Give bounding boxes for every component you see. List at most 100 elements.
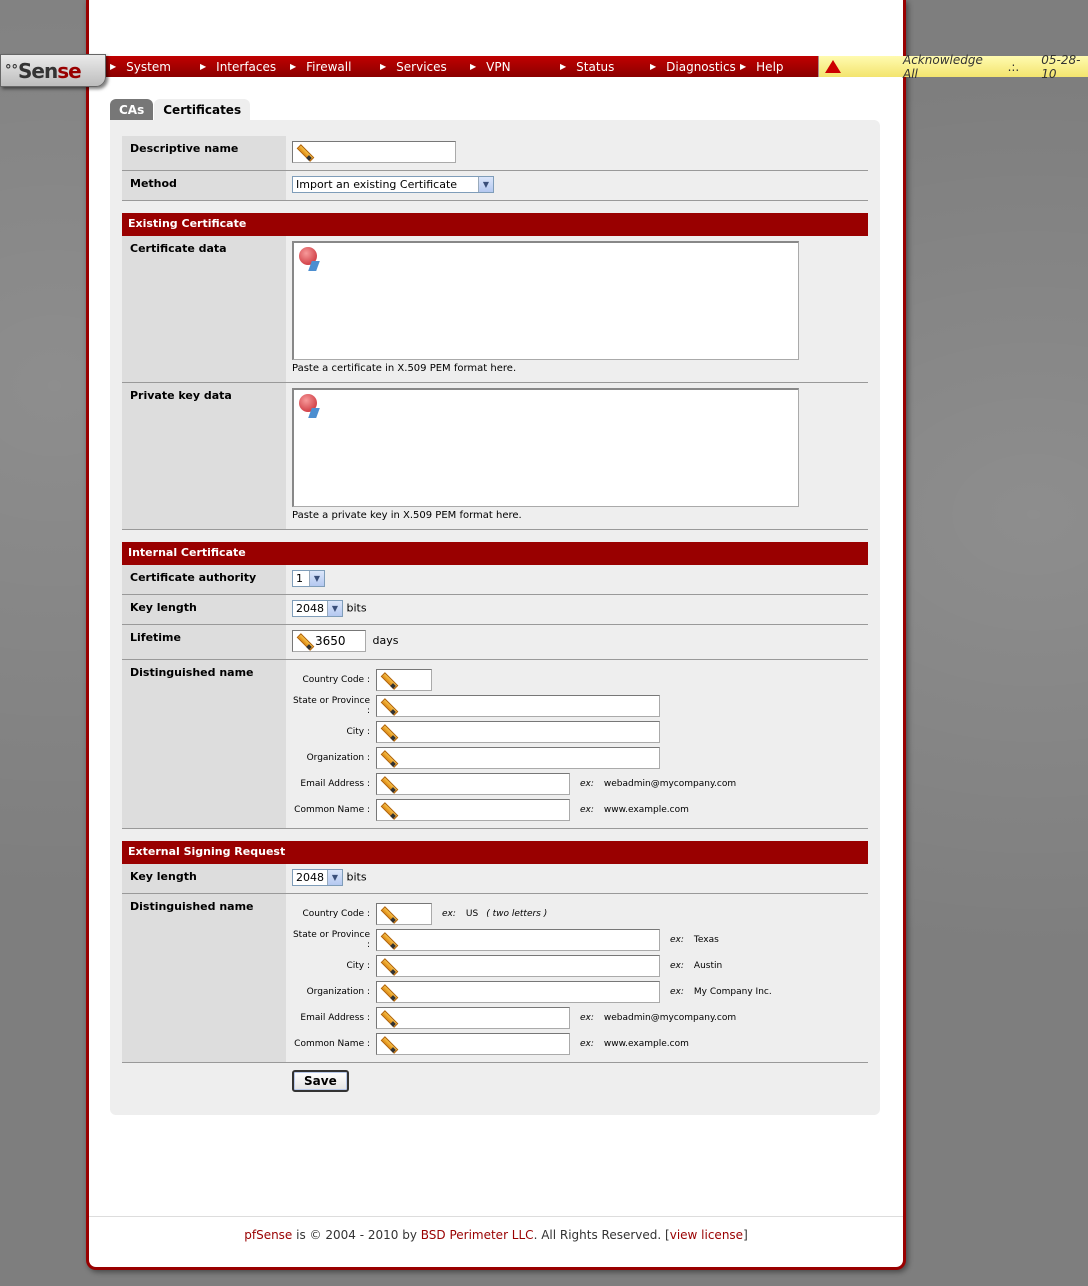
footer-text: is © 2004 - 2010 by xyxy=(292,1227,421,1242)
footer-brand-link[interactable]: pfSense xyxy=(244,1228,292,1242)
country-code-input[interactable] xyxy=(376,669,432,691)
field-value: 3650 days xyxy=(286,625,868,659)
lifetime-input[interactable]: 3650 xyxy=(292,630,366,652)
menu-arrow-icon: ▶ xyxy=(470,62,477,71)
internal-keylen-select[interactable]: 2048 ▼ xyxy=(292,600,343,617)
acknowledge-all-link[interactable]: Acknowledge All xyxy=(903,53,988,81)
warning-icon[interactable] xyxy=(825,60,841,73)
save-button[interactable]: Save xyxy=(292,1070,349,1092)
certificate-icon xyxy=(299,394,321,416)
menu-arrow-icon: ▶ xyxy=(380,62,387,71)
dn-label: City : xyxy=(346,961,370,971)
pfsense-logo[interactable]: °° Sense xyxy=(0,54,106,87)
external-keylen-select[interactable]: 2048 ▼ xyxy=(292,869,343,886)
organization-input[interactable] xyxy=(376,981,660,1003)
method-row: Method Import an existing Certificate ▼ xyxy=(122,171,868,201)
organization-input[interactable] xyxy=(376,747,660,769)
common-name-input[interactable] xyxy=(376,1033,570,1055)
country-code-input[interactable] xyxy=(376,903,432,925)
ca-row: Certificate authority 1 ▼ xyxy=(122,565,868,595)
section-header-external: External Signing Request xyxy=(122,841,868,864)
method-select[interactable]: Import an existing Certificate ▼ xyxy=(292,176,494,193)
menu-help[interactable]: ▶ Help xyxy=(726,60,816,74)
certificate-data-textarea[interactable] xyxy=(292,241,799,360)
descriptive-name-row: Descriptive name xyxy=(122,136,868,171)
dn-state-row: State or Province : ex: Texas xyxy=(292,927,862,953)
chevron-down-icon: ▼ xyxy=(327,870,342,885)
internal-dn-row: Distinguished name Country Code : State … xyxy=(122,660,868,829)
view-license-link[interactable]: view license xyxy=(670,1228,743,1242)
menu-vpn[interactable]: ▶ VPN xyxy=(456,60,546,74)
select-value: 2048 xyxy=(296,871,324,884)
example-hint: ex: US ( two letters ) xyxy=(442,909,557,919)
dn-country-row: Country Code : ex: US ( two letters ) xyxy=(292,901,862,927)
field-label: Certificate data xyxy=(122,236,286,382)
tab-certificates[interactable]: Certificates xyxy=(154,99,251,120)
example-value: webadmin@mycompany.com xyxy=(603,779,737,789)
dn-label: Country Code : xyxy=(302,909,370,919)
pencil-icon xyxy=(378,931,396,949)
ca-select[interactable]: 1 ▼ xyxy=(292,570,325,587)
pencil-icon xyxy=(378,749,396,767)
external-dn-row: Distinguished name Country Code : ex: US (… xyxy=(122,894,868,1063)
city-input[interactable] xyxy=(376,955,660,977)
footer-company-link[interactable]: BSD Perimeter LLC xyxy=(421,1228,534,1242)
example-prefix: ex: xyxy=(442,909,456,919)
certificate-data-row: Certificate data Paste a certificate in … xyxy=(122,236,868,383)
help-text: Paste a private key in X.509 PEM format … xyxy=(292,510,522,521)
dn-cn-row: Common Name : ex: www.example.com xyxy=(292,797,862,823)
dn-label: Organization : xyxy=(306,753,370,763)
email-input[interactable] xyxy=(376,773,570,795)
example-prefix: ex: xyxy=(670,935,684,945)
dn-state-row: State or Province : xyxy=(292,693,862,719)
email-input[interactable] xyxy=(376,1007,570,1029)
days-unit: days xyxy=(372,634,399,647)
dn-label: Country Code : xyxy=(302,675,370,685)
descriptive-name-input[interactable] xyxy=(292,141,456,163)
dn-country-row: Country Code : xyxy=(292,667,862,693)
internal-keylen-row: Key length 2048 ▼ bits xyxy=(122,595,868,625)
menu-label: VPN xyxy=(486,59,511,74)
field-value: 2048 ▼ bits xyxy=(286,864,868,893)
logo-text: Sense xyxy=(18,59,82,83)
dn-label: City : xyxy=(346,727,370,737)
example-hint: ex: www.example.com xyxy=(580,1039,689,1049)
state-input[interactable] xyxy=(376,695,660,717)
notice-bar: Acknowledge All .:. 05-28-10 xyxy=(818,53,1088,81)
menu-status[interactable]: ▶ Status xyxy=(546,60,636,74)
private-key-textarea[interactable] xyxy=(292,388,799,507)
menu-label: Services xyxy=(396,59,447,74)
field-value: Country Code : State or Province : City … xyxy=(286,660,868,828)
certificate-form: Descriptive name Method Import an existi… xyxy=(122,136,868,1092)
field-label: Key length xyxy=(122,595,286,624)
example-value: US xyxy=(465,909,479,919)
example-hint: ex: webadmin@mycompany.com xyxy=(580,779,736,789)
chevron-down-icon: ▼ xyxy=(478,177,493,192)
menu-label: System xyxy=(126,59,171,74)
menu-diagnostics[interactable]: ▶ Diagnostics xyxy=(636,60,736,74)
pencil-icon xyxy=(378,1035,396,1053)
section-header-internal: Internal Certificate xyxy=(122,542,868,565)
field-label: Private key data xyxy=(122,383,286,529)
field-value: Country Code : ex: US ( two letters ) Stat… xyxy=(286,894,868,1062)
dn-label: Organization : xyxy=(306,987,370,997)
field-label: Method xyxy=(122,171,286,200)
logo-mark: °° xyxy=(5,63,18,78)
dn-city-row: City : ex: Austin xyxy=(292,953,862,979)
menu-services[interactable]: ▶ Services xyxy=(366,60,456,74)
city-input[interactable] xyxy=(376,721,660,743)
menu-firewall[interactable]: ▶ Firewall xyxy=(276,60,366,74)
pencil-icon xyxy=(378,697,396,715)
pencil-icon xyxy=(378,983,396,1001)
dn-email-row: Email Address : ex: webadmin@mycompany.co… xyxy=(292,771,862,797)
menu-system[interactable]: ▶ System xyxy=(96,60,186,74)
common-name-input[interactable] xyxy=(376,799,570,821)
state-input[interactable] xyxy=(376,929,660,951)
menu-interfaces[interactable]: ▶ Interfaces xyxy=(186,60,276,74)
example-value: Austin xyxy=(693,961,723,971)
pencil-icon xyxy=(378,905,396,923)
tab-cas[interactable]: CAs xyxy=(110,99,154,120)
menu-label: Firewall xyxy=(306,59,352,74)
pencil-icon xyxy=(378,723,396,741)
example-prefix: ex: xyxy=(580,1039,594,1049)
